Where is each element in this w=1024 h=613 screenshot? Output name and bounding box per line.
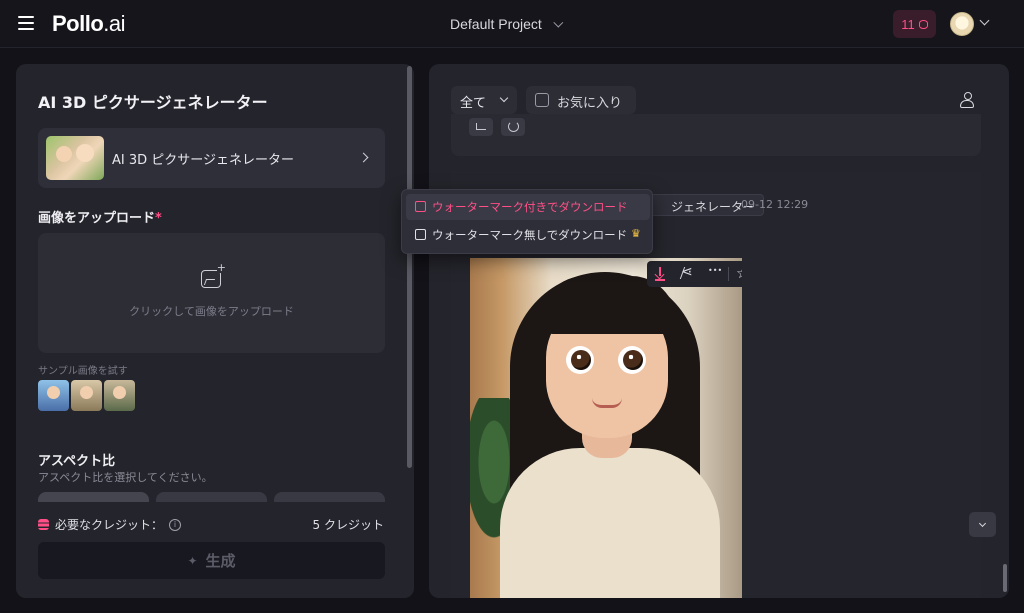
aspect-ratio-title: アスペクト比 xyxy=(38,454,116,469)
image-upload-dropzone[interactable]: クリックして画像をアップロード xyxy=(38,233,385,353)
menu-item-label: ウォーターマーク無しでダウンロード xyxy=(432,228,628,242)
download-icon[interactable] xyxy=(647,261,674,287)
avatar[interactable] xyxy=(950,12,974,36)
more-icon[interactable] xyxy=(701,261,728,287)
star-icon[interactable] xyxy=(729,261,742,287)
download-without-watermark[interactable]: ウォーターマーク無しでダウンロード ♛ xyxy=(406,222,650,248)
sample-image-1[interactable] xyxy=(38,380,69,411)
download-with-watermark[interactable]: ウォーターマーク付きでダウンロード xyxy=(406,194,650,220)
menu-item-label: ウォーターマーク付きでダウンロード xyxy=(432,200,628,214)
sample-label: サンプル画像を試す xyxy=(38,366,128,377)
result-image[interactable] xyxy=(470,258,742,598)
logo-text: Pollo xyxy=(52,11,104,36)
info-icon[interactable]: i xyxy=(169,518,182,531)
eye-illustration xyxy=(618,346,646,374)
share-icon[interactable] xyxy=(674,261,701,287)
required-credits-value: 5 クレジット xyxy=(312,518,384,532)
filter-select[interactable]: 全て xyxy=(451,86,517,114)
logo[interactable]: Pollo.ai xyxy=(52,11,126,37)
right-scrollbar[interactable] xyxy=(1003,564,1007,592)
sample-image-3[interactable] xyxy=(104,380,135,411)
image-add-icon xyxy=(201,262,226,288)
page-title: AI 3D ピクサージェネレーター xyxy=(38,93,268,112)
eye-illustration xyxy=(566,346,594,374)
aspect-ratio-subtitle: アスペクト比を選択してください。 xyxy=(38,471,213,484)
credits-icon xyxy=(38,519,49,530)
required-credits-label: 必要なクレジット： xyxy=(55,518,164,532)
upload-hint: クリックして画像をアップロード xyxy=(129,305,294,318)
generate-footer: 必要なクレジット： i 5 クレジット ✦ 生成 xyxy=(16,502,414,598)
chevron-down-icon[interactable] xyxy=(979,15,990,26)
required-mark: * xyxy=(155,211,162,226)
chevron-down-icon xyxy=(553,17,564,28)
filter-value: 全て xyxy=(460,96,487,111)
generate-label: 生成 xyxy=(205,552,236,570)
project-name: Default Project xyxy=(450,16,542,32)
chevron-right-icon xyxy=(358,152,369,163)
logo-suffix: .ai xyxy=(103,11,126,36)
share-user-icon[interactable] xyxy=(959,92,975,108)
sparkle-icon: ✦ xyxy=(187,553,198,568)
favorites-filter[interactable]: お気に入り xyxy=(526,86,636,114)
timestamp: 09-12 12:29 xyxy=(741,198,809,211)
image-icon xyxy=(415,229,426,240)
results-panel: 全て お気に入り ジェネレーター 09-12 12:29 xyxy=(429,64,1009,598)
tool-name: AI 3D ピクサージェネレーター xyxy=(112,153,295,168)
favorites-label: お気に入り xyxy=(557,96,623,111)
refresh-icon[interactable] xyxy=(501,118,525,136)
upload-label-text: 画像をアップロード xyxy=(38,211,156,226)
crown-icon: ♛ xyxy=(631,227,641,240)
generate-button[interactable]: ✦ 生成 xyxy=(38,542,385,579)
chevron-down-icon xyxy=(499,93,509,103)
credits-badge[interactable]: 11 xyxy=(893,10,936,38)
menu-icon[interactable] xyxy=(18,16,34,30)
tool-thumbnail xyxy=(46,136,104,180)
image-icon xyxy=(415,201,426,212)
sweater-illustration xyxy=(500,448,720,598)
image-toolbar xyxy=(647,261,742,287)
scroll-down-button[interactable] xyxy=(969,512,996,537)
sample-image-2[interactable] xyxy=(71,380,102,411)
upload-label: 画像をアップロード* xyxy=(38,207,162,226)
previous-result-card xyxy=(451,114,981,156)
project-selector[interactable]: Default Project xyxy=(450,16,564,32)
credits-count: 11 xyxy=(901,16,915,32)
top-bar: Pollo.ai Default Project 11 xyxy=(0,0,1024,48)
required-credits: 必要なクレジット： i xyxy=(38,516,182,533)
left-scrollbar[interactable] xyxy=(407,66,412,468)
download-icon[interactable] xyxy=(469,118,493,136)
tool-selector-card[interactable]: AI 3D ピクサージェネレーター xyxy=(38,128,385,188)
favorites-checkbox[interactable] xyxy=(535,93,549,107)
download-menu: ウォーターマーク付きでダウンロード ウォーターマーク無しでダウンロード ♛ xyxy=(401,189,653,254)
coin-icon xyxy=(918,19,928,29)
generator-panel: AI 3D ピクサージェネレーター AI 3D ピクサージェネレーター 画像をア… xyxy=(16,64,414,598)
